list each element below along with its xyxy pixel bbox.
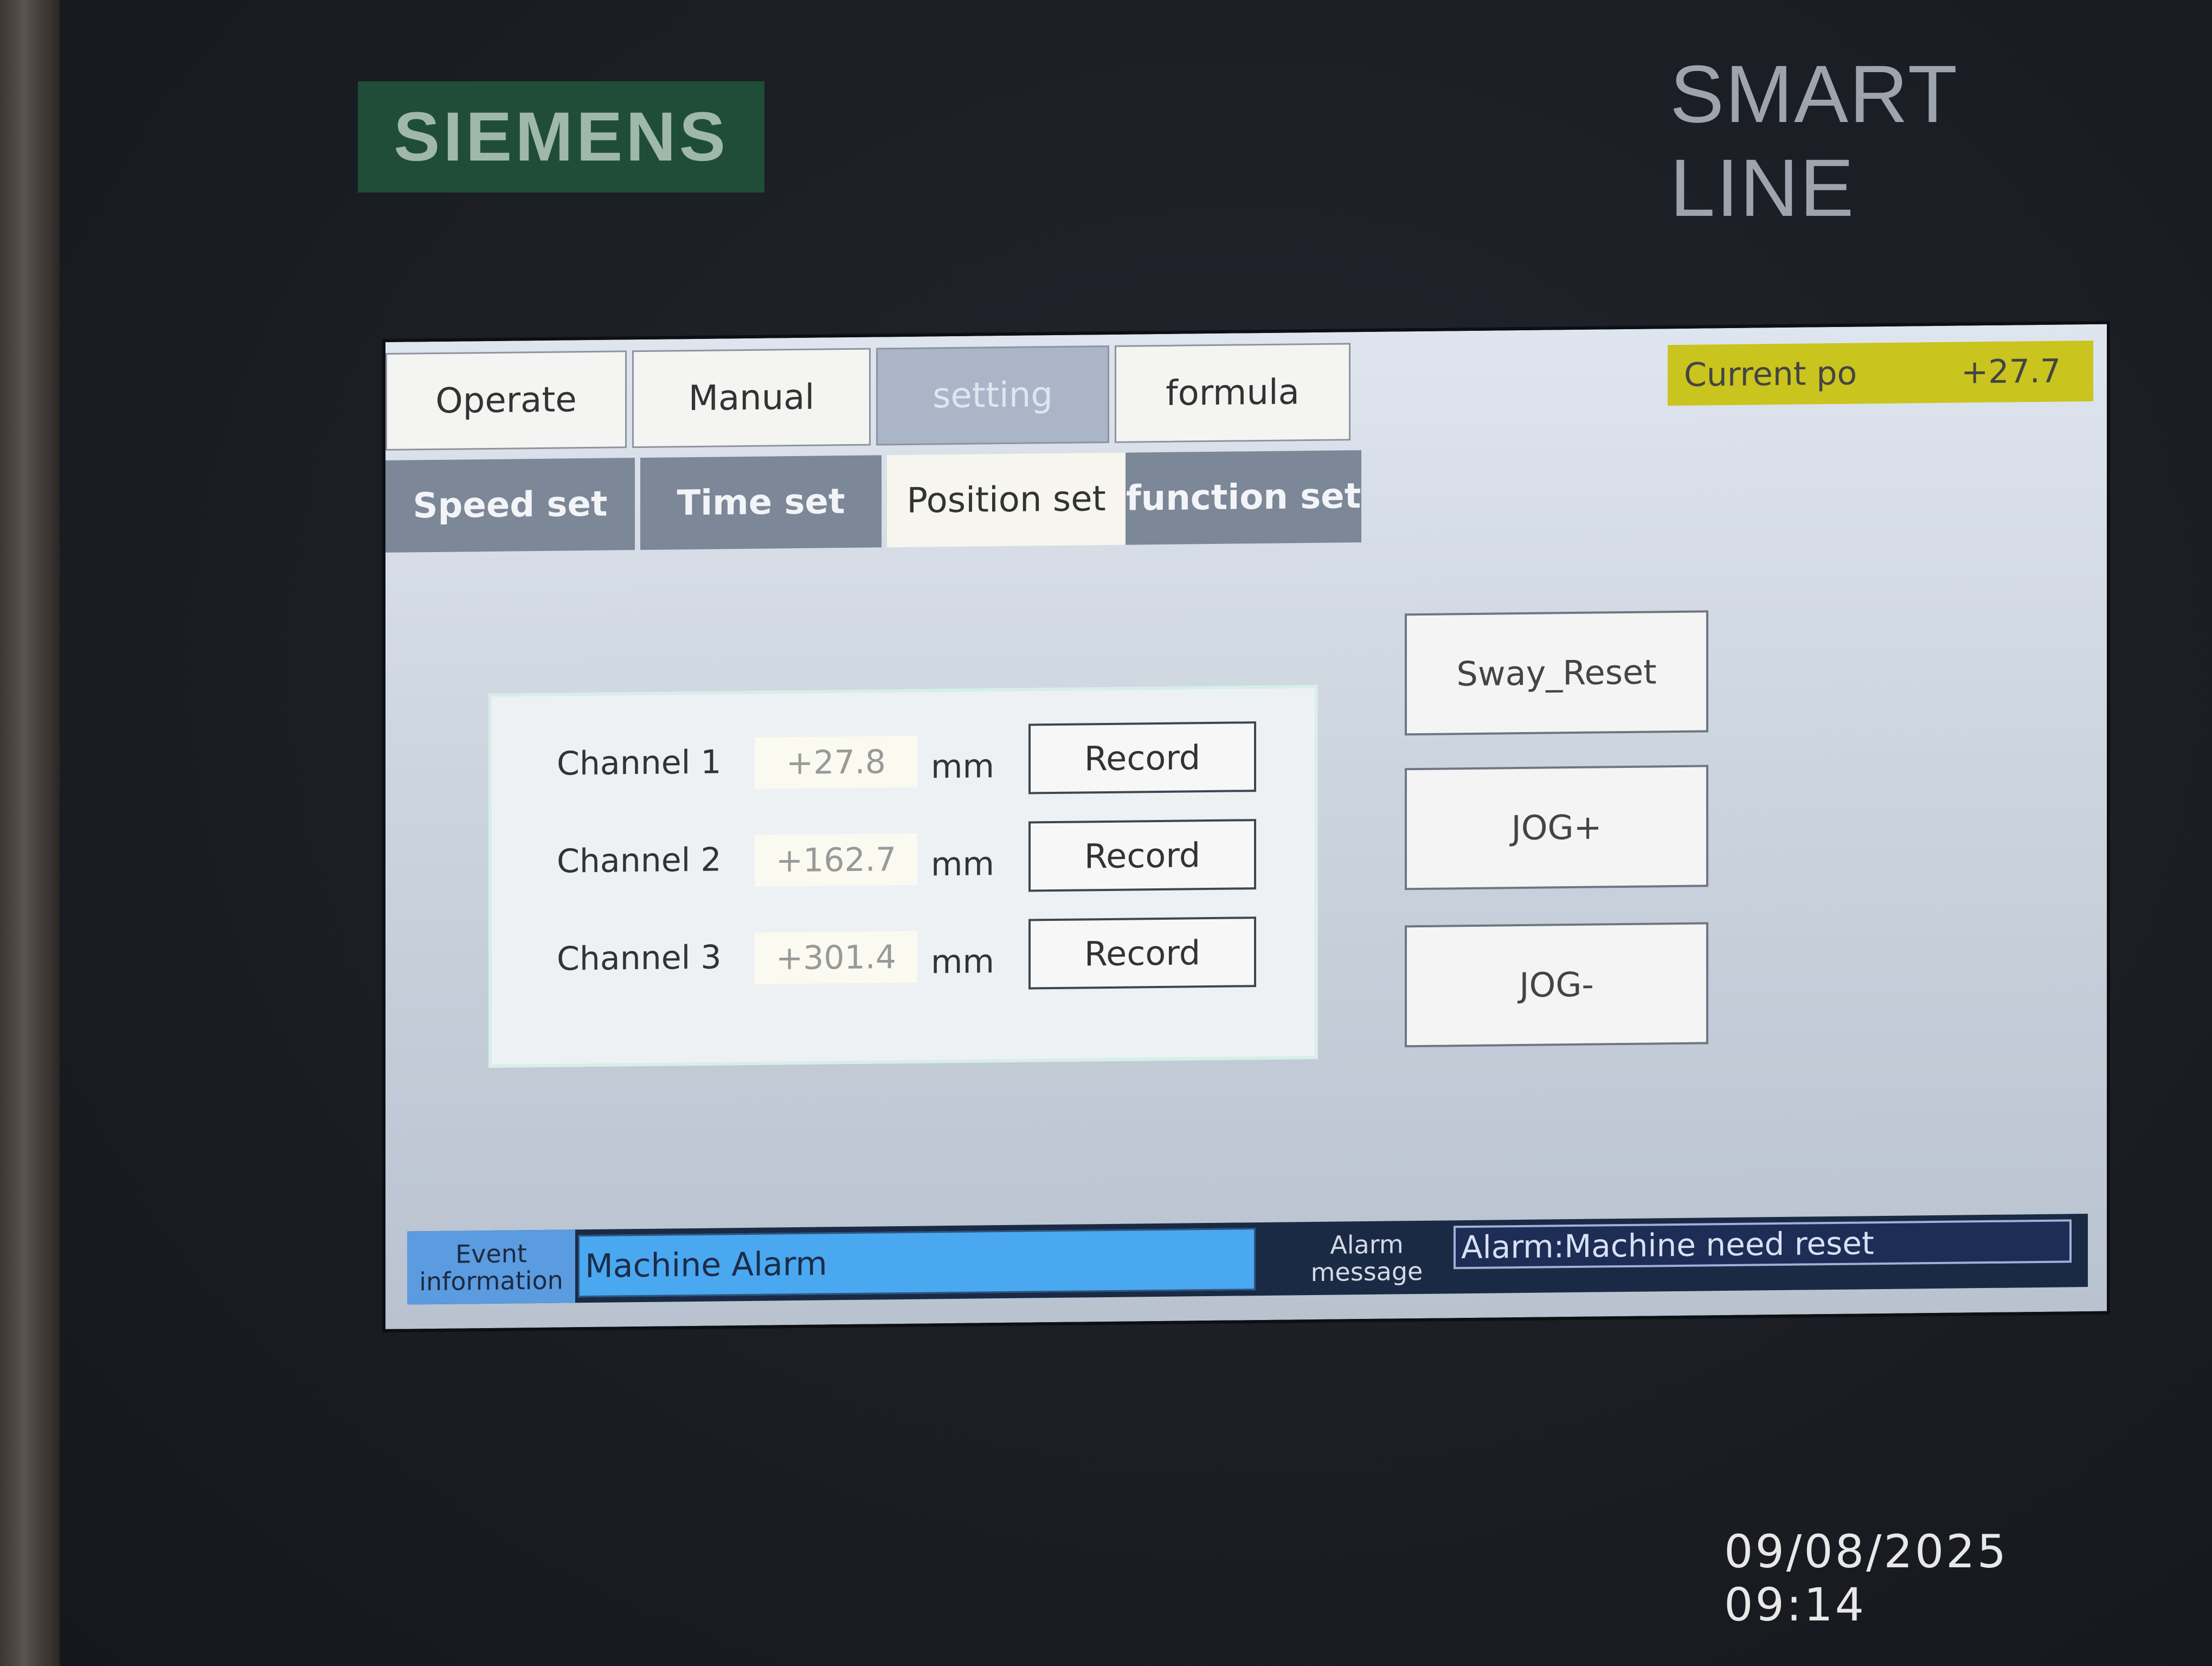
status-bar: Event information Machine Alarm Alarm me… (407, 1214, 2088, 1305)
channel-2-record-button[interactable]: Record (1028, 819, 1256, 892)
tab-setting[interactable]: setting (876, 345, 1109, 446)
tab-manual[interactable]: Manual (632, 348, 871, 448)
photo-timestamp: 09/08/2025 09:14 (1724, 1525, 2009, 1631)
channel-3-unit: mm (931, 942, 994, 981)
channel-3-label: Channel 3 (557, 938, 722, 978)
channel-position-panel: Channel 1 +27.8 mm Record Channel 2 +162… (488, 684, 1318, 1068)
current-position-display: Current po +27.7 (1668, 340, 2093, 406)
channel-2-value-field[interactable]: +162.7 (755, 833, 917, 887)
event-information-label: Event information (407, 1229, 575, 1305)
jog-minus-button[interactable]: JOG- (1405, 922, 1708, 1048)
subtab-time-set[interactable]: Time set (640, 455, 882, 550)
channel-1-record-button[interactable]: Record (1028, 721, 1256, 794)
channel-2-unit: mm (931, 844, 994, 883)
channel-1-label: Channel 1 (557, 743, 722, 783)
current-position-label: Current po (1684, 354, 1857, 394)
channel-row: Channel 3 +301.4 mm Record (492, 916, 1315, 990)
tab-operate[interactable]: Operate (385, 350, 627, 451)
subtab-function-set[interactable]: function set (1126, 450, 1361, 545)
channel-1-unit: mm (931, 747, 994, 786)
product-line-label: SMART LINE (1670, 48, 1957, 233)
siemens-logo: SIEMENS (358, 81, 764, 193)
subtab-speed-set[interactable]: Speed set (385, 458, 635, 553)
channel-3-record-button[interactable]: Record (1028, 917, 1256, 990)
hmi-screen: Operate Manual setting formula Current p… (382, 321, 2110, 1333)
tab-formula[interactable]: formula (1115, 343, 1351, 443)
jog-plus-button[interactable]: JOG+ (1405, 765, 1708, 890)
channel-1-value-field[interactable]: +27.8 (755, 735, 917, 789)
alarm-message-field: Alarm:Machine need reset (1454, 1219, 2072, 1270)
channel-2-label: Channel 2 (557, 841, 722, 881)
channel-3-value-field[interactable]: +301.4 (755, 931, 917, 984)
sway-reset-button[interactable]: Sway_Reset (1405, 610, 1708, 736)
channel-row: Channel 1 +27.8 mm Record (492, 721, 1315, 794)
current-position-value: +27.7 (1961, 352, 2061, 392)
device-side-frame (0, 0, 60, 1666)
alarm-message-label: Alarm message (1310, 1229, 1423, 1287)
subtab-position-set[interactable]: Position set (887, 452, 1126, 548)
channel-row: Channel 2 +162.7 mm Record (492, 818, 1315, 892)
event-information-field: Machine Alarm (578, 1228, 1256, 1298)
